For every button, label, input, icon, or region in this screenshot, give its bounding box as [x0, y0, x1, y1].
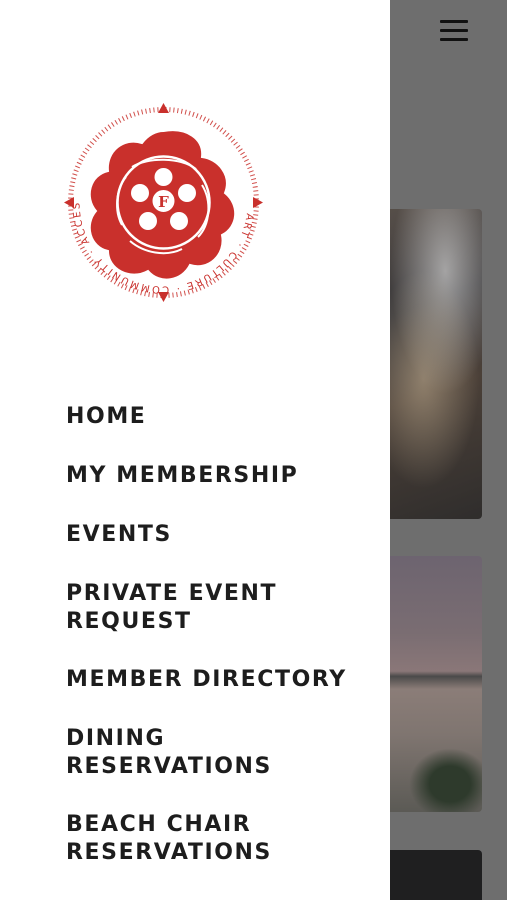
- hamburger-icon[interactable]: [440, 20, 468, 44]
- club-rose-logo: ART · CULTURE · COMMUNITY · ACCESS · F: [62, 101, 263, 302]
- menu-label: PRIVATE EVENT REQUEST: [66, 581, 278, 634]
- menu-item-dining-reservations[interactable]: DINING RESERVATIONS: [66, 725, 347, 781]
- menu-label: BEACH CHAIR RESERVATIONS: [66, 812, 272, 865]
- menu-item-my-membership[interactable]: MY MEMBERSHIP: [66, 462, 347, 490]
- menu-item-member-directory[interactable]: MEMBER DIRECTORY: [66, 666, 347, 694]
- menu-item-private-event-request[interactable]: PRIVATE EVENT REQUEST: [66, 580, 347, 636]
- palm-tree-silhouette: [402, 742, 482, 812]
- main-menu: HOME MY MEMBERSHIP EVENTS PRIVATE EVENT …: [66, 403, 347, 867]
- menu-item-beach-chair-reservations[interactable]: BEACH CHAIR RESERVATIONS: [66, 811, 347, 867]
- menu-label: DINING RESERVATIONS: [66, 726, 272, 779]
- navigation-drawer: ART · CULTURE · COMMUNITY · ACCESS · F H…: [0, 0, 390, 900]
- menu-item-events[interactable]: EVENTS: [66, 521, 347, 549]
- svg-text:F: F: [158, 193, 169, 211]
- menu-item-home[interactable]: HOME: [66, 403, 347, 431]
